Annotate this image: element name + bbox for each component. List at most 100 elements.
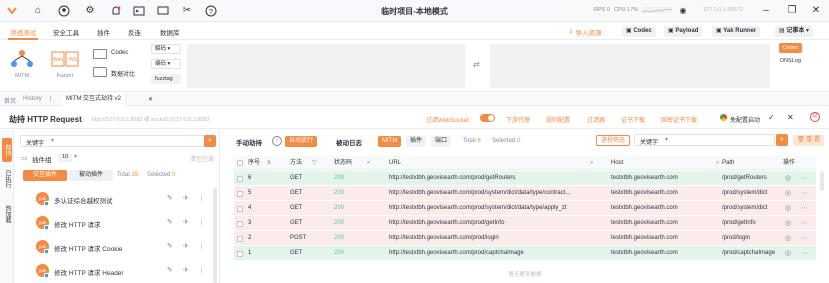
select-all-checkbox[interactable]: [237, 160, 243, 166]
row-checkbox[interactable]: [237, 221, 243, 227]
plugin-group-label[interactable]: 插件组: [32, 154, 52, 164]
table-row[interactable]: 3 GET 200 http://testxtbh.geovisearth.co…: [234, 216, 816, 231]
bell-icon[interactable]: [110, 5, 122, 17]
row-more-icon[interactable]: ⋯: [801, 204, 808, 212]
fuzztag-select[interactable]: fuzztag: [151, 74, 181, 84]
edit-icon[interactable]: ✎: [167, 242, 173, 250]
close-icon[interactable]: ✕: [810, 5, 822, 17]
clear-selection[interactable]: 清空已选: [190, 154, 214, 163]
tab-home[interactable]: 首页: [4, 96, 16, 105]
plugin-item[interactable]: yak 修改 HTTP 请求 ✎ ✈ ⋮: [34, 213, 224, 233]
plugin-search-button[interactable]: ⌕: [204, 135, 216, 147]
fuzzer-icon[interactable]: Web WS: [50, 48, 80, 70]
col-header-method[interactable]: 方法: [290, 156, 302, 170]
auto-release-button[interactable]: 自动放行: [285, 136, 318, 147]
url-search-icon[interactable]: ⌕: [590, 156, 593, 170]
edit-icon[interactable]: ✎: [167, 194, 173, 202]
codec-side-button[interactable]: Codec: [779, 43, 802, 53]
col-header-status[interactable]: 状态码: [334, 156, 352, 170]
table-row[interactable]: 2 POST 200 http://testxtbh.geovisearth.c…: [234, 231, 816, 246]
tab-passive-plugins[interactable]: 被动插件: [69, 170, 113, 181]
row-more-icon[interactable]: ⋯: [801, 249, 808, 257]
home-icon[interactable]: ⌂: [32, 5, 44, 17]
speedometer-icon[interactable]: ◉: [677, 5, 689, 17]
col-header-no[interactable]: 序号: [248, 156, 260, 170]
tab-interactive-plugins[interactable]: 交互插件: [23, 170, 67, 181]
keyword-select[interactable]: 关键字: [26, 138, 44, 147]
filter-mitm[interactable]: MITM: [378, 136, 402, 147]
row-checkbox[interactable]: [237, 191, 243, 197]
codec-input-area[interactable]: [187, 44, 465, 88]
row-more-icon[interactable]: ⋯: [801, 219, 808, 227]
more-icon[interactable]: ⋮: [198, 218, 205, 226]
compare-tool-icon[interactable]: [93, 67, 107, 77]
payload-button[interactable]: ▣ Payload: [664, 26, 703, 37]
row-checkbox[interactable]: [237, 251, 243, 257]
minimize-icon[interactable]: –: [760, 5, 772, 17]
more-icon[interactable]: ⋮: [198, 266, 205, 274]
table-row[interactable]: 1 GET 200 http://testxtbh.geovisearth.co…: [234, 246, 816, 261]
table-scrollbar[interactable]: [820, 171, 824, 191]
traffic-keyword-select[interactable]: 关键字: [640, 137, 658, 146]
gear-icon[interactable]: ⚙: [84, 5, 96, 17]
plug-run-icon[interactable]: ✈: [183, 266, 189, 274]
user-icon[interactable]: [58, 5, 70, 17]
row-view-icon[interactable]: ◎: [785, 219, 791, 227]
more-icon[interactable]: ⋮: [198, 194, 205, 202]
tab-history[interactable]: History: [23, 96, 42, 102]
swap-icon[interactable]: ⇄: [473, 60, 480, 69]
vtab-hot-reload[interactable]: 热加载: [2, 205, 12, 223]
link-cert-download[interactable]: 证书下载: [621, 115, 645, 124]
row-more-icon[interactable]: ⋯: [801, 189, 808, 197]
link-filter[interactable]: 过滤器: [587, 115, 605, 124]
plug-run-icon[interactable]: ✈: [183, 194, 189, 202]
exempt-launch[interactable]: 免配置启动: [730, 115, 760, 124]
row-checkbox[interactable]: [237, 236, 243, 242]
row-view-icon[interactable]: ◎: [785, 234, 791, 242]
row-view-icon[interactable]: ◎: [785, 189, 791, 197]
check-icon[interactable]: ✓: [768, 113, 775, 122]
websocket-toggle[interactable]: [480, 114, 495, 122]
process-filter-button[interactable]: 进程筛选: [596, 135, 631, 146]
col-header-path[interactable]: Path: [722, 156, 734, 170]
traffic-search-button[interactable]: ⌕: [776, 134, 788, 146]
import-resources[interactable]: ⇩ 导入资源: [568, 27, 601, 37]
col-header-url[interactable]: URL: [389, 156, 401, 170]
group-chevron-icon[interactable]: ▾: [74, 153, 77, 160]
passive-log-label[interactable]: 被动日志: [336, 137, 362, 147]
status-search-icon[interactable]: ⌕: [367, 156, 370, 170]
codec-output-area[interactable]: [490, 44, 770, 88]
tab-pentest[interactable]: 渗透测试: [10, 27, 36, 37]
row-checkbox[interactable]: [237, 206, 243, 212]
host-search-icon[interactable]: ⌕: [716, 156, 719, 170]
codec-tool-label[interactable]: Codec: [111, 50, 128, 56]
row-view-icon[interactable]: ◎: [785, 249, 791, 257]
codec-tool-icon[interactable]: [93, 49, 107, 59]
row-checkbox[interactable]: [237, 176, 243, 182]
plugin-scrollbar[interactable]: [213, 188, 217, 283]
vtab-hijack[interactable]: 劫持: [2, 138, 12, 162]
col-header-host[interactable]: Host: [611, 156, 623, 170]
vtab-executed[interactable]: 已执行: [2, 170, 12, 188]
plugin-item[interactable]: yak 修改 HTTP 请求 Cookie ✎ ✈ ⋮: [34, 237, 224, 257]
filter-icon[interactable]: ▽: [312, 156, 317, 170]
plugin-search-box[interactable]: 关键字 ▾: [20, 135, 207, 147]
tab-plugins[interactable]: 插件: [97, 27, 110, 37]
decode-select[interactable]: 解码 ▾: [151, 44, 181, 54]
power-icon[interactable]: ⏻: [810, 112, 820, 122]
close-x-icon[interactable]: ✕: [787, 113, 794, 122]
plugin-item[interactable]: yak 修改 HTTP 请求 Header ✎ ✈ ⋮: [34, 261, 224, 281]
table-row[interactable]: 5 GET 200 http://testxtbh.geovisearth.co…: [234, 186, 816, 201]
tab-security-tools[interactable]: 安全工具: [53, 27, 79, 37]
mitm-icon[interactable]: [10, 48, 34, 70]
restore-icon[interactable]: ❐: [786, 5, 798, 17]
plug-run-icon[interactable]: ✈: [183, 242, 189, 250]
plug-run-icon[interactable]: ✈: [183, 218, 189, 226]
sort-icon[interactable]: ⇅: [267, 156, 271, 170]
screen-icon[interactable]: [157, 5, 169, 17]
table-row[interactable]: 6 GET 200 http://testxtbh.geovisearth.co…: [234, 171, 816, 186]
tab-database[interactable]: 数据库: [160, 27, 180, 37]
help-icon[interactable]: ?: [205, 5, 217, 17]
row-view-icon[interactable]: ◎: [785, 174, 791, 182]
link-rule-config[interactable]: 规则配置: [546, 115, 570, 124]
